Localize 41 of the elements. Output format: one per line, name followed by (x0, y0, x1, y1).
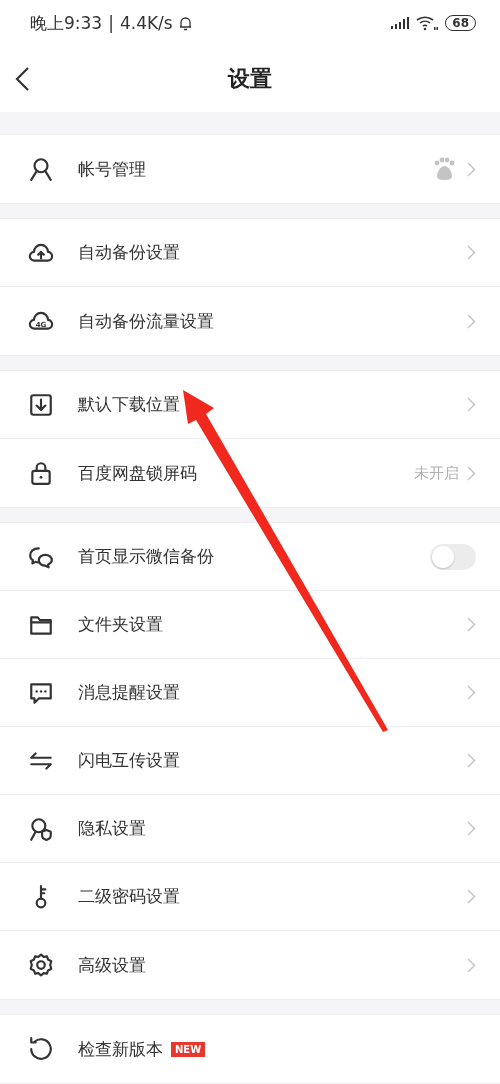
privacy-icon (28, 815, 54, 842)
chevron-icon (467, 397, 476, 412)
setting-label[interactable]: 自动备份设置 (78, 241, 180, 264)
chevron-icon (467, 685, 476, 700)
chevron-icon (467, 957, 476, 973)
setting-label[interactable]: 消息提醒设置 (78, 681, 180, 704)
clock-time: 晚上9:33 (30, 11, 103, 35)
download-icon (28, 391, 54, 418)
chevron-icon (467, 821, 476, 836)
wifi-icon (416, 15, 439, 31)
chevron-icon (467, 161, 476, 177)
separator: | (108, 13, 114, 33)
setting-label[interactable]: 隐私设置 (78, 817, 146, 840)
status-value: 未开启 (414, 463, 459, 483)
setting-label[interactable]: 检查新版本 (78, 1037, 163, 1061)
chevron-icon (467, 245, 476, 260)
chevron-icon (467, 313, 476, 329)
lock-icon (28, 460, 54, 486)
signal-icon (391, 17, 410, 29)
refresh-icon (28, 1036, 54, 1062)
setting-label[interactable]: 默认下载位置 (78, 393, 180, 416)
toggle-switch[interactable] (430, 543, 476, 570)
setting-label[interactable]: 帐号管理 (78, 157, 146, 181)
network-speed: 4.4K/s (119, 13, 173, 33)
setting-label[interactable]: 闪电互传设置 (78, 749, 180, 772)
person-icon (28, 156, 54, 182)
chevron-icon (467, 753, 476, 768)
setting-label[interactable]: 高级设置 (78, 953, 146, 977)
setting-label[interactable]: 二级密码设置 (78, 885, 180, 908)
setting-label[interactable]: 首页显示微信备份 (78, 545, 214, 568)
bell-icon (178, 15, 192, 31)
gear-icon (28, 952, 54, 978)
setting-label[interactable]: 文件夹设置 (78, 613, 163, 636)
page-title: 设置 (228, 66, 272, 91)
setting-label[interactable]: 自动备份流量设置 (78, 309, 214, 333)
new-badge: NEW (171, 1041, 206, 1057)
chevron-icon (467, 465, 476, 481)
chevron-icon (467, 889, 476, 904)
paw-icon (433, 157, 455, 181)
setting-label[interactable]: 百度网盘锁屏码 (78, 461, 197, 485)
chevron-icon (467, 617, 476, 632)
